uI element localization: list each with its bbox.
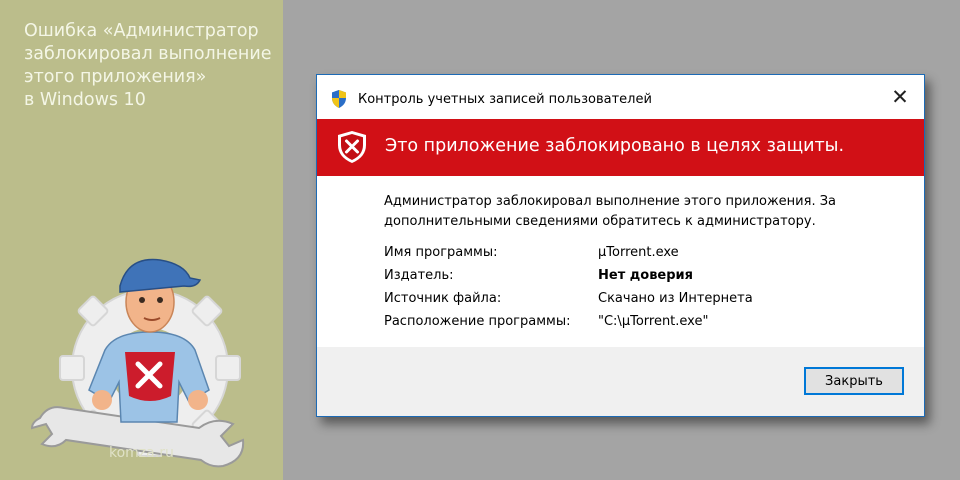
detail-label: Расположение программы: <box>384 314 571 329</box>
detail-row-file-source: Источник файла: Скачано из Интернета <box>384 291 884 314</box>
detail-value: Нет доверия <box>598 268 693 283</box>
uac-dialog: Контроль учетных записей пользователей ✕… <box>316 74 925 417</box>
blocked-message: Администратор заблокировал выполнение эт… <box>384 194 837 229</box>
site-label: komza.ru <box>109 445 174 461</box>
blocked-banner: Это приложение заблокировано в целях защ… <box>317 119 924 176</box>
dialog-title: Контроль учетных записей пользователей <box>358 92 652 107</box>
detail-label: Издатель: <box>384 268 454 283</box>
detail-label: Источник файла: <box>384 291 502 306</box>
article-title: Ошибка «Администратор заблокировал выпол… <box>24 20 279 112</box>
detail-row-program-name: Имя программы: µTorrent.exe <box>384 245 884 268</box>
dialog-titlebar[interactable]: Контроль учетных записей пользователей ✕ <box>317 75 924 119</box>
article-title-line-2: заблокировал выполнение <box>24 44 272 64</box>
dialog-footer: Закрыть <box>317 347 924 416</box>
detail-value: Скачано из Интернета <box>598 291 753 306</box>
detail-label: Имя программы: <box>384 245 498 260</box>
article-title-line-4: в Windows 10 <box>24 90 146 110</box>
detail-value: µTorrent.exe <box>598 245 679 260</box>
mechanic-mascot-icon <box>30 258 245 468</box>
article-title-line-3: этого приложения» <box>24 67 207 87</box>
article-title-line-1: Ошибка «Администратор <box>24 21 259 41</box>
uac-shield-icon <box>332 90 346 108</box>
close-icon[interactable]: ✕ <box>884 81 916 113</box>
detail-value: "C:\µTorrent.exe" <box>598 314 709 329</box>
detail-row-publisher: Издатель: Нет доверия <box>384 268 884 291</box>
banner-heading: Это приложение заблокировано в целях защ… <box>385 136 845 156</box>
article-panel: Ошибка «Администратор заблокировал выпол… <box>0 0 283 480</box>
shield-x-icon <box>338 131 366 163</box>
close-button[interactable]: Закрыть <box>804 367 904 395</box>
program-details: Имя программы: µTorrent.exe Издатель: Не… <box>384 245 884 337</box>
detail-row-program-location: Расположение программы: "C:\µTorrent.exe… <box>384 314 884 337</box>
